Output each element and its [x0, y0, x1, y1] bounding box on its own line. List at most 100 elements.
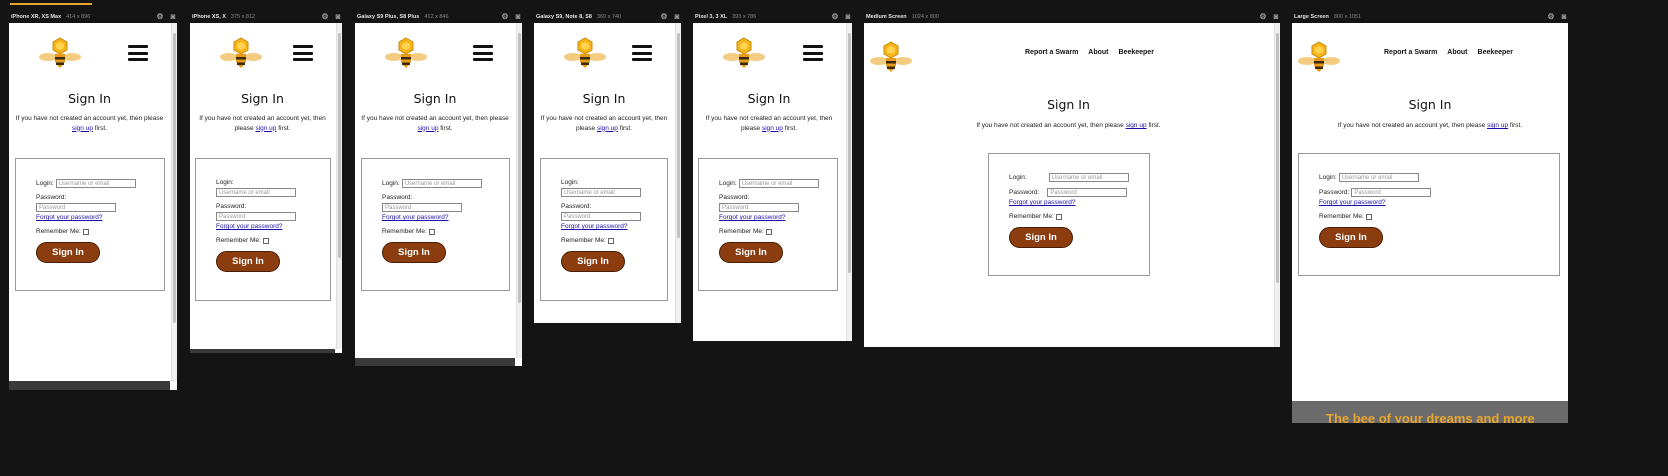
bee-logo-icon[interactable] — [39, 37, 81, 69]
device-name[interactable]: iPhone XS, X — [192, 14, 226, 20]
sign-in-button[interactable]: Sign In — [1009, 227, 1073, 248]
nav-link-beekeeper[interactable]: Beekeeper — [1478, 49, 1513, 56]
horizontal-scrollbar[interactable] — [355, 358, 515, 366]
password-input[interactable]: Password — [719, 203, 799, 212]
forgot-password-link[interactable]: Forgot your password? — [216, 223, 296, 230]
sign-in-button[interactable]: Sign In — [382, 242, 446, 263]
device-name[interactable]: Medium Screen — [866, 14, 907, 20]
password-input[interactable]: Password — [1047, 188, 1128, 197]
hamburger-menu-icon[interactable] — [128, 45, 148, 61]
bee-logo-icon[interactable] — [220, 37, 262, 69]
login-input[interactable]: Username or email — [401, 179, 482, 188]
sign-in-button[interactable]: Sign In — [719, 242, 783, 263]
login-input-placeholder: Username or email — [564, 189, 615, 196]
gear-icon[interactable]: ⚙ — [156, 13, 164, 21]
hamburger-menu-icon[interactable] — [803, 45, 823, 61]
nav-link-about[interactable]: About — [1088, 49, 1108, 56]
sign-up-link[interactable]: sign up — [72, 125, 93, 132]
login-input[interactable]: Username or email — [561, 188, 641, 197]
vertical-scrollbar[interactable] — [1274, 23, 1280, 347]
vertical-scrollbar[interactable] — [336, 23, 342, 349]
gear-icon[interactable]: ⚙ — [1547, 13, 1555, 21]
sign-up-link[interactable]: sign up — [417, 125, 438, 132]
hamburger-menu-icon[interactable] — [632, 45, 652, 61]
sign-up-link[interactable]: sign up — [597, 125, 618, 132]
scrollbar-thumb[interactable] — [1276, 33, 1279, 283]
forgot-password-link[interactable]: Forgot your password? — [719, 214, 819, 221]
forgot-password-link[interactable]: Forgot your password? — [561, 223, 641, 230]
forgot-password-link[interactable]: Forgot your password? — [1009, 199, 1129, 206]
vertical-scrollbar[interactable] — [846, 23, 852, 341]
password-input[interactable]: Password — [561, 212, 641, 221]
page-title: Sign In — [1047, 97, 1090, 112]
camera-icon[interactable]: ◙ — [673, 13, 681, 21]
scrollbar-thumb[interactable] — [848, 33, 851, 273]
scrollbar-thumb[interactable] — [518, 33, 521, 303]
page-title: Sign In — [413, 91, 457, 106]
hamburger-menu-icon[interactable] — [293, 45, 313, 61]
login-input[interactable]: Username or email — [55, 179, 136, 188]
camera-icon[interactable]: ◙ — [1272, 13, 1280, 21]
sign-in-button[interactable]: Sign In — [36, 242, 100, 263]
forgot-password-link[interactable]: Forgot your password? — [382, 214, 482, 221]
device-name[interactable]: Pixel 3, 3 XL — [695, 14, 727, 20]
remember-me-checkbox[interactable] — [1055, 213, 1062, 220]
gear-icon[interactable]: ⚙ — [660, 13, 668, 21]
hamburger-menu-icon[interactable] — [473, 45, 493, 61]
remember-me-checkbox[interactable] — [262, 237, 269, 244]
scrollbar-thumb[interactable] — [338, 33, 341, 258]
forgot-password-link[interactable]: Forgot your password? — [1319, 199, 1431, 206]
login-input[interactable]: Username or email — [1338, 173, 1419, 182]
nav-link-report-swarm[interactable]: Report a Swarm — [1384, 49, 1437, 56]
horizontal-scrollbar[interactable] — [9, 381, 170, 390]
bee-logo-icon[interactable] — [870, 41, 912, 73]
bee-logo-icon[interactable] — [1298, 41, 1340, 73]
remember-me-checkbox[interactable] — [82, 228, 89, 235]
sign-up-link[interactable]: sign up — [1487, 122, 1508, 129]
scrollbar-thumb[interactable] — [173, 33, 176, 323]
remember-me-checkbox[interactable] — [765, 228, 772, 235]
nav-link-about[interactable]: About — [1447, 49, 1467, 56]
camera-icon[interactable]: ◙ — [1560, 13, 1568, 21]
login-input[interactable]: Username or email — [216, 188, 296, 197]
remember-me-checkbox[interactable] — [428, 228, 435, 235]
bee-logo-icon[interactable] — [723, 37, 765, 69]
nav-link-report-swarm[interactable]: Report a Swarm — [1025, 49, 1078, 56]
remember-me-checkbox[interactable] — [1365, 213, 1372, 220]
password-input[interactable]: Password — [216, 212, 296, 221]
remember-me-checkbox[interactable] — [607, 237, 614, 244]
camera-icon[interactable]: ◙ — [334, 13, 342, 21]
camera-icon[interactable]: ◙ — [169, 13, 177, 21]
login-input[interactable]: Username or email — [1048, 173, 1129, 182]
sign-up-link[interactable]: sign up — [1126, 122, 1147, 129]
sign-in-button[interactable]: Sign In — [216, 251, 280, 272]
nav-link-beekeeper[interactable]: Beekeeper — [1119, 49, 1154, 56]
device-name[interactable]: Galaxy S9, Note 8, S8 — [536, 14, 592, 20]
vertical-scrollbar[interactable] — [171, 23, 177, 381]
sign-up-link[interactable]: sign up — [762, 125, 783, 132]
gear-icon[interactable]: ⚙ — [501, 13, 509, 21]
bee-logo-icon[interactable] — [564, 37, 606, 69]
gear-icon[interactable]: ⚙ — [831, 13, 839, 21]
sign-in-button[interactable]: Sign In — [561, 251, 625, 272]
device-name[interactable]: Large Screen — [1294, 14, 1329, 20]
password-input[interactable]: Password — [36, 203, 116, 212]
login-input[interactable]: Username or email — [738, 179, 819, 188]
bee-logo-icon[interactable] — [385, 37, 427, 69]
sign-in-button[interactable]: Sign In — [1319, 227, 1383, 248]
forgot-password-link[interactable]: Forgot your password? — [36, 214, 136, 221]
scrollbar-thumb[interactable] — [677, 33, 680, 238]
device-name[interactable]: iPhone XR, XS Max — [11, 14, 61, 20]
login-label: Login: — [382, 180, 400, 187]
password-input[interactable]: Password — [382, 203, 462, 212]
vertical-scrollbar[interactable] — [516, 23, 522, 358]
password-input[interactable]: Password — [1351, 188, 1432, 197]
gear-icon[interactable]: ⚙ — [321, 13, 329, 21]
camera-icon[interactable]: ◙ — [514, 13, 522, 21]
vertical-scrollbar[interactable] — [675, 23, 681, 323]
horizontal-scrollbar[interactable] — [190, 349, 335, 353]
gear-icon[interactable]: ⚙ — [1259, 13, 1267, 21]
camera-icon[interactable]: ◙ — [844, 13, 852, 21]
device-name[interactable]: Galaxy S9 Plus, S8 Plus — [357, 14, 419, 20]
sign-up-link[interactable]: sign up — [255, 125, 276, 132]
